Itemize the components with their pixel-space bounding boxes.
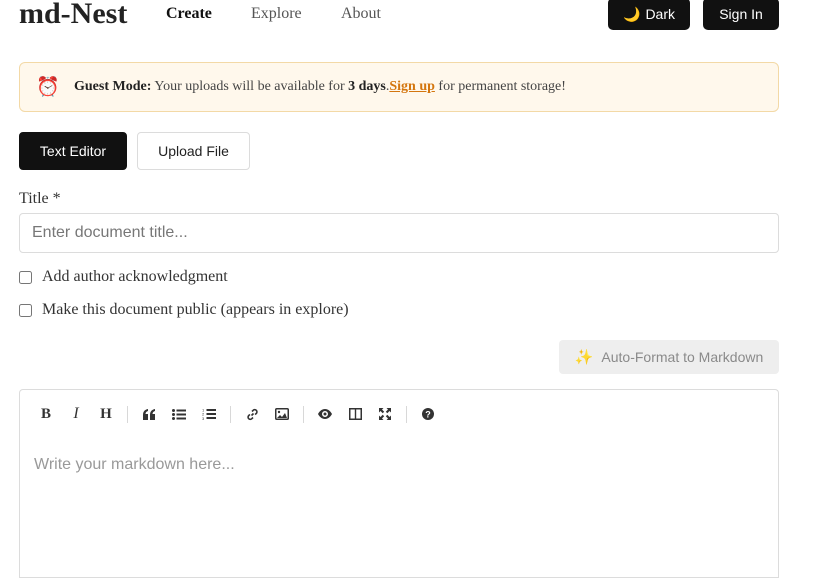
tab-upload-file[interactable]: Upload File bbox=[137, 132, 250, 170]
author-acknowledgment-label: Add author acknowledgment bbox=[42, 268, 228, 285]
make-public-checkbox[interactable] bbox=[19, 303, 32, 317]
sign-in-button[interactable]: Sign In bbox=[703, 0, 779, 30]
sign-up-link[interactable]: Sign up bbox=[389, 79, 435, 94]
bullet-list-icon bbox=[172, 408, 186, 420]
title-input[interactable] bbox=[19, 213, 779, 253]
side-by-side-button[interactable] bbox=[340, 400, 370, 428]
link-icon bbox=[246, 408, 258, 420]
markdown-editor[interactable] bbox=[19, 438, 779, 578]
title-label: Title * bbox=[19, 190, 61, 207]
bullet-list-button[interactable] bbox=[164, 400, 194, 428]
bold-button[interactable]: B bbox=[31, 400, 61, 428]
dark-mode-button[interactable]: 🌙 Dark bbox=[608, 0, 690, 30]
make-public-label: Make this document public (appears in ex… bbox=[42, 301, 349, 318]
side-by-side-icon bbox=[348, 408, 362, 420]
make-public-row[interactable]: Make this document public (appears in ex… bbox=[19, 301, 349, 319]
toolbar-separator bbox=[127, 405, 128, 423]
heading-button[interactable]: H bbox=[91, 400, 121, 428]
numbered-list-icon: 123 bbox=[202, 408, 216, 420]
moon-icon: 🌙 bbox=[623, 5, 641, 22]
auto-format-label: Auto-Format to Markdown bbox=[601, 349, 764, 365]
guest-mode-banner: ⏰ Guest Mode: Your uploads will be avail… bbox=[19, 62, 779, 112]
banner-text-before: Your uploads will be available for bbox=[151, 79, 349, 94]
toolbar-separator bbox=[303, 405, 304, 423]
fullscreen-button[interactable] bbox=[370, 400, 400, 428]
help-button[interactable]: ? bbox=[413, 400, 443, 428]
quote-icon bbox=[142, 408, 155, 420]
guest-mode-label: Guest Mode: bbox=[74, 79, 152, 94]
fullscreen-icon bbox=[379, 408, 391, 420]
eye-icon bbox=[318, 409, 332, 419]
numbered-list-button[interactable]: 123 bbox=[194, 400, 224, 428]
toolbar-separator bbox=[230, 405, 231, 423]
italic-button[interactable]: I bbox=[61, 400, 91, 428]
nav-create[interactable]: Create bbox=[166, 4, 212, 24]
toolbar-separator bbox=[406, 405, 407, 423]
banner-text: Guest Mode: Your uploads will be availab… bbox=[74, 79, 566, 95]
brand-logo[interactable]: md-Nest bbox=[19, 0, 127, 32]
banner-days: 3 days bbox=[348, 79, 386, 94]
auto-format-button[interactable]: ✨ Auto-Format to Markdown bbox=[559, 340, 779, 374]
svg-text:3: 3 bbox=[202, 416, 205, 420]
link-button[interactable] bbox=[237, 400, 267, 428]
nav-about[interactable]: About bbox=[341, 4, 381, 24]
image-icon bbox=[275, 408, 289, 420]
image-button[interactable] bbox=[267, 400, 297, 428]
svg-text:?: ? bbox=[425, 409, 431, 419]
preview-button[interactable] bbox=[310, 400, 340, 428]
author-acknowledgment-checkbox[interactable] bbox=[19, 270, 32, 284]
quote-button[interactable] bbox=[134, 400, 164, 428]
help-icon: ? bbox=[422, 408, 434, 420]
banner-text-after: for permanent storage! bbox=[434, 79, 566, 94]
nav-explore[interactable]: Explore bbox=[251, 4, 302, 24]
sparkles-icon: ✨ bbox=[574, 349, 594, 366]
author-acknowledgment-row[interactable]: Add author acknowledgment bbox=[19, 268, 228, 286]
alarm-clock-icon: ⏰ bbox=[36, 76, 60, 98]
tab-text-editor[interactable]: Text Editor bbox=[19, 132, 127, 170]
markdown-toolbar: B I H 123 ? bbox=[19, 389, 779, 439]
dark-mode-label: Dark bbox=[645, 6, 675, 22]
